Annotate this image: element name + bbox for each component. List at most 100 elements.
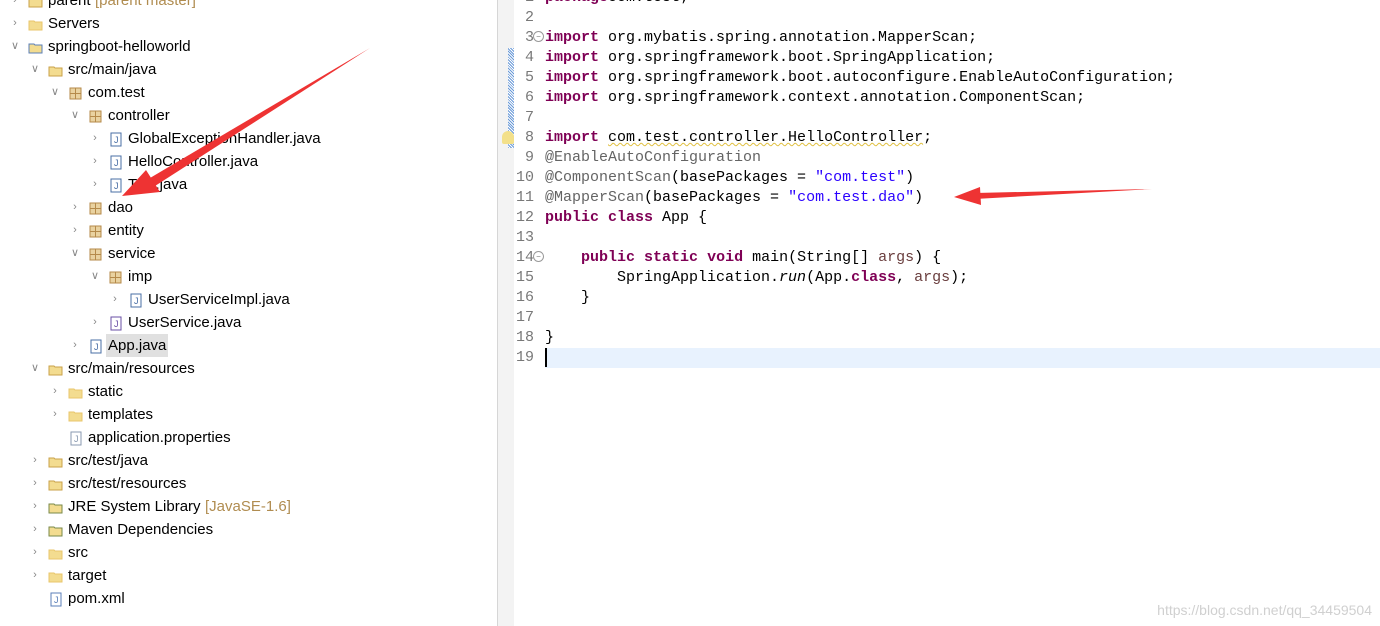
code-line[interactable] — [545, 108, 1380, 128]
chevron-right-icon[interactable]: › — [109, 288, 121, 311]
line-number: 5 — [524, 69, 534, 86]
code-token: args — [914, 269, 951, 286]
code-line[interactable]: } — [545, 328, 1380, 348]
package-icon — [88, 223, 103, 238]
chevron-right-icon[interactable]: › — [49, 403, 61, 426]
code-token: (basePackages = — [671, 169, 816, 186]
code-token: (App. — [806, 269, 852, 286]
tree-item-label: service — [108, 245, 156, 262]
code-line[interactable] — [545, 348, 1380, 368]
code-token: com.test; — [608, 0, 689, 6]
chevron-down-icon[interactable]: ∨ — [9, 35, 21, 58]
line-number: 6 — [524, 89, 534, 106]
line-number: 2 — [524, 9, 534, 26]
code-line[interactable]: import org.springframework.context.annot… — [545, 88, 1380, 108]
code-token: run — [779, 269, 807, 286]
code-token: main(String[] — [743, 249, 879, 266]
chevron-down-icon[interactable]: ∨ — [89, 265, 101, 288]
code-token: org.mybatis.spring.annotation.MapperScan… — [599, 29, 978, 46]
code-line[interactable] — [545, 308, 1380, 328]
chevron-right-icon[interactable]: › — [29, 518, 41, 541]
source-folder-icon — [48, 453, 63, 468]
library-icon — [48, 499, 63, 514]
tree-item-decoration: [JavaSE-1.6] — [205, 498, 291, 515]
chevron-right-icon[interactable]: › — [29, 449, 41, 472]
chevron-right-icon[interactable]: › — [89, 311, 101, 334]
svg-text:J: J — [114, 158, 119, 168]
line-number: 15 — [515, 269, 534, 286]
code-editor[interactable]: 1packagecom.test;23−import org.mybatis.s… — [498, 0, 1380, 626]
code-token: "com.test" — [815, 169, 906, 186]
properties-file-icon: J — [68, 430, 83, 446]
code-token: import — [545, 129, 600, 146]
svg-text:J: J — [114, 181, 119, 191]
chevron-down-icon[interactable]: ∨ — [29, 357, 41, 380]
code-token: ) — [905, 169, 915, 186]
folder-icon — [28, 16, 43, 31]
code-line[interactable] — [545, 8, 1380, 28]
code-line[interactable]: import org.mybatis.spring.annotation.Map… — [545, 28, 1380, 48]
chevron-down-icon[interactable]: ∨ — [69, 104, 81, 127]
code-line[interactable]: public class App { — [545, 208, 1380, 228]
code-line[interactable]: @MapperScan(basePackages = "com.test.dao… — [545, 188, 1380, 208]
line-number: 10 — [515, 169, 534, 186]
code-line[interactable]: } — [545, 288, 1380, 308]
line-number: 4 — [524, 49, 534, 66]
code-line[interactable]: import org.springframework.boot.SpringAp… — [545, 48, 1380, 68]
chevron-right-icon[interactable]: › — [89, 173, 101, 196]
tree-item-label: target — [68, 567, 107, 584]
code-token: void — [707, 249, 744, 266]
chevron-right-icon[interactable]: › — [69, 219, 81, 242]
chevron-right-icon[interactable]: › — [9, 12, 21, 35]
chevron-right-icon[interactable]: › — [9, 0, 21, 12]
code-token: , — [896, 269, 915, 286]
code-line[interactable]: SpringApplication.run(App.class, args); — [545, 268, 1380, 288]
chevron-right-icon[interactable]: › — [69, 334, 81, 357]
code-line[interactable]: @ComponentScan(basePackages = "com.test"… — [545, 168, 1380, 188]
source-folder-icon — [48, 361, 63, 376]
package-icon — [108, 269, 123, 284]
tree-item-label: App.java — [106, 334, 169, 357]
code-line[interactable]: import org.springframework.boot.autoconf… — [545, 68, 1380, 88]
chevron-right-icon[interactable]: › — [29, 541, 41, 564]
svg-text:J: J — [94, 342, 99, 352]
tree-item-label: entity — [108, 222, 144, 239]
code-line[interactable]: public static void main(String[] args) { — [545, 248, 1380, 268]
java-file-icon: J — [108, 154, 123, 170]
chevron-right-icon[interactable]: › — [29, 495, 41, 518]
code-token: args — [878, 249, 915, 266]
package-icon — [88, 246, 103, 261]
java-interface-icon: J — [108, 315, 123, 331]
chevron-right-icon[interactable]: › — [89, 150, 101, 173]
chevron-right-icon[interactable]: › — [29, 472, 41, 495]
tree-item-decoration: [parent master] — [95, 0, 196, 9]
tree-item-label: imp — [128, 268, 153, 285]
code-line[interactable]: import com.test.controller.HelloControll… — [545, 128, 1380, 148]
code-line[interactable]: @EnableAutoConfiguration — [545, 148, 1380, 168]
code-token: org.springframework.boot.autoconfigure.E… — [599, 69, 1176, 86]
code-line[interactable] — [545, 228, 1380, 248]
tree-item-label: Test.java — [128, 176, 188, 193]
fold-toggle-icon[interactable]: − — [533, 251, 544, 262]
chevron-down-icon[interactable]: ∨ — [29, 58, 41, 81]
fold-toggle-icon[interactable]: − — [533, 31, 544, 42]
chevron-down-icon[interactable]: ∨ — [49, 81, 61, 104]
chevron-right-icon[interactable]: › — [49, 380, 61, 403]
svg-text:J: J — [114, 135, 119, 145]
line-number: 12 — [515, 209, 534, 226]
chevron-right-icon[interactable]: › — [29, 564, 41, 587]
line-number: 13 — [515, 229, 534, 246]
java-file-icon: J — [108, 131, 123, 147]
code-token: class — [608, 209, 654, 226]
code-line[interactable]: packagecom.test; — [545, 0, 1380, 8]
chevron-right-icon[interactable]: › — [89, 127, 101, 150]
tree-item-label: JRE System Library — [68, 498, 201, 515]
svg-text:J: J — [134, 296, 139, 306]
chevron-down-icon[interactable]: ∨ — [69, 242, 81, 265]
warning-lightbulb-icon[interactable] — [502, 131, 514, 144]
line-number: 19 — [515, 349, 534, 366]
chevron-right-icon[interactable]: › — [69, 196, 81, 219]
tree-item-label: src/test/java — [68, 452, 149, 469]
tree-item-label: src/main/java — [68, 61, 157, 78]
